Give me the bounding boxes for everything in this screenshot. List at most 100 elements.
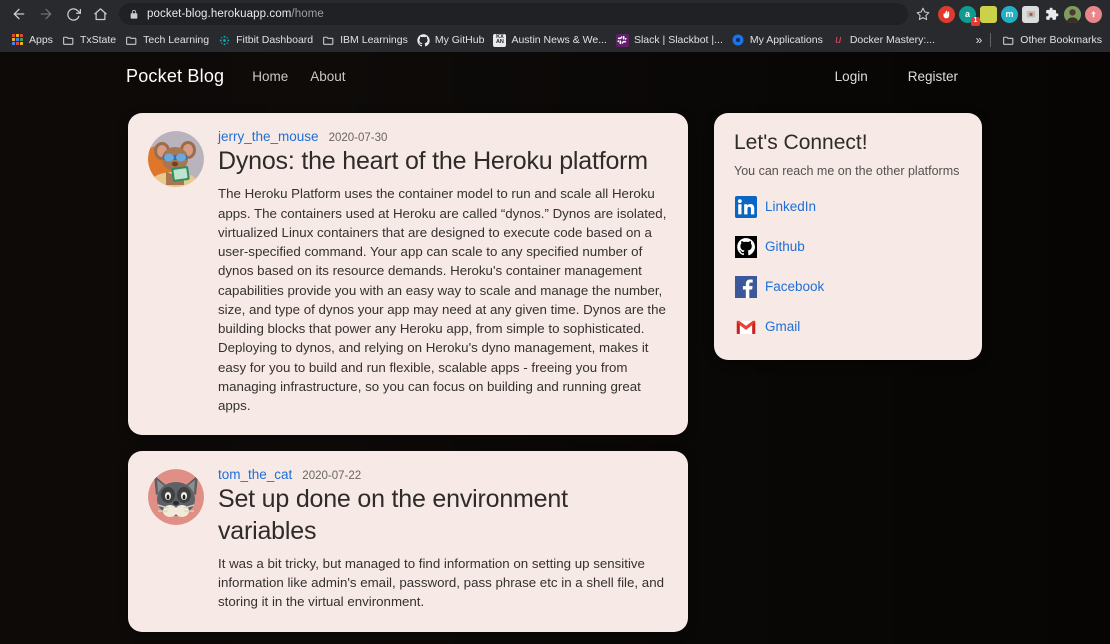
url-path: /home [291, 8, 324, 20]
profile-avatar[interactable] [1064, 5, 1081, 23]
post-title[interactable]: Set up done on the environment variables [218, 484, 668, 547]
extension-momentum[interactable]: m [1001, 5, 1018, 23]
bookmarks-overflow-button[interactable]: » [976, 33, 983, 47]
slack-icon [615, 33, 629, 47]
post-text: It was a bit tricky, but managed to find… [218, 555, 664, 610]
url-text: pocket-blog.herokuapp.com/home [147, 8, 324, 20]
social-link-github[interactable]: Github [734, 235, 962, 258]
extensions-puzzle-icon[interactable] [1043, 6, 1060, 23]
post-meta: tom_the_cat 2020-07-22 [218, 467, 668, 482]
nav-link-about[interactable]: About [310, 69, 345, 84]
fitbit-icon [218, 34, 231, 47]
bookmarks-divider [990, 33, 992, 47]
bookmark-tech-learning[interactable]: Tech Learning [122, 32, 215, 49]
bookmark-fitbit-dashboard[interactable]: Fitbit Dashboard [215, 32, 319, 49]
post-feed: jerry_the_mouse 2020-07-30 Dynos: the he… [128, 113, 688, 644]
extension-icons: a1 m [938, 5, 1104, 26]
social-label: Gmail [765, 319, 801, 335]
blue-dot-icon [732, 34, 745, 47]
page-viewport: Pocket Blog Home About Login Register je… [0, 52, 1110, 644]
social-link-facebook[interactable]: Facebook [734, 275, 962, 298]
post-date: 2020-07-22 [302, 470, 362, 483]
bookmark-my-github[interactable]: My GitHub [414, 32, 491, 49]
sidebar: Let's Connect! You can reach me on the o… [714, 113, 982, 361]
connect-subtitle: You can reach me on the other platforms [734, 164, 960, 178]
post-card[interactable]: jerry_the_mouse 2020-07-30 Dynos: the he… [128, 113, 688, 436]
lock-icon [129, 9, 139, 20]
avatar-jerry-mouse[interactable] [148, 131, 204, 187]
site-navbar: Pocket Blog Home About Login Register [0, 52, 1110, 100]
forward-arrow-icon[interactable] [33, 2, 59, 26]
bookmark-label: Slack | Slackbot |... [633, 34, 723, 46]
extension-screenshot[interactable] [1022, 5, 1039, 23]
extension-badge-count: 1 [971, 16, 980, 26]
home-icon[interactable] [87, 2, 113, 26]
folder-icon [322, 34, 335, 47]
bookmark-apps[interactable]: Apps [8, 32, 59, 49]
reload-icon[interactable] [60, 2, 86, 26]
bookmark-austin-news[interactable]: KX AN Austin News & We... [490, 32, 613, 49]
browser-toolbar: pocket-blog.herokuapp.com/home a1 m [0, 0, 1110, 28]
extension-red-hand[interactable] [938, 5, 955, 23]
bookmark-label: Austin News & We... [511, 34, 607, 46]
star-bookmark-icon[interactable] [911, 3, 935, 25]
bookmark-other-bookmarks[interactable]: Other Bookmarks [999, 32, 1102, 49]
bookmark-label: Apps [29, 34, 53, 46]
post-header: tom_the_cat 2020-07-22 Set up done on th… [148, 467, 668, 611]
bookmark-label: TxState [79, 34, 117, 46]
bookmarks-bar: Apps TxState Tech Learning Fitbit Dashbo… [0, 28, 1110, 52]
nav-links-right: Login Register [835, 69, 1110, 84]
folder-icon [1002, 34, 1015, 47]
post-card[interactable]: tom_the_cat 2020-07-22 Set up done on th… [128, 451, 688, 632]
social-label: LinkedIn [765, 199, 817, 215]
bookmarks-overflow: » Other Bookmarks [968, 32, 1102, 49]
social-label: Facebook [765, 279, 825, 295]
nav-link-register[interactable]: Register [908, 69, 958, 84]
url-domain: pocket-blog.herokuapp.com [147, 8, 292, 20]
browser-chrome: pocket-blog.herokuapp.com/home a1 m Apps… [0, 0, 1110, 52]
social-link-gmail[interactable]: Gmail [734, 315, 962, 338]
post-title[interactable]: Dynos: the heart of the Heroku platform [218, 146, 668, 177]
bookmark-label: My Applications [749, 34, 823, 46]
post-meta: jerry_the_mouse 2020-07-30 [218, 129, 668, 144]
bookmark-label: IBM Learnings [340, 34, 408, 46]
udemy-icon: u [835, 34, 842, 46]
gmail-icon [734, 315, 757, 338]
site-brand[interactable]: Pocket Blog [126, 66, 224, 87]
nav-link-home[interactable]: Home [252, 69, 288, 84]
bookmark-label: Tech Learning [143, 34, 210, 46]
bookmark-slack[interactable]: Slack | Slackbot |... [613, 32, 729, 49]
bookmark-txstate[interactable]: TxState [59, 32, 122, 49]
bookmark-label: My GitHub [434, 34, 485, 46]
bookmark-my-applications[interactable]: My Applications [729, 32, 829, 49]
post-author[interactable]: tom_the_cat [218, 467, 292, 482]
avatar-tom-cat[interactable] [148, 469, 204, 526]
apps-grid-icon [11, 34, 24, 47]
post-text: The Heroku Platform uses the container m… [218, 186, 667, 414]
post-date: 2020-07-30 [328, 132, 388, 144]
facebook-icon [734, 275, 757, 298]
bookmark-label: Fitbit Dashboard [236, 34, 314, 46]
linkedin-icon [734, 195, 757, 218]
github-icon [417, 33, 430, 47]
github-icon [734, 235, 757, 258]
folder-icon [62, 34, 75, 47]
extension-pink-upload[interactable] [1085, 5, 1102, 23]
social-link-linkedin[interactable]: LinkedIn [734, 195, 962, 218]
extension-amazon-assistant[interactable]: a1 [959, 5, 980, 26]
post-content: jerry_the_mouse 2020-07-30 Dynos: the he… [218, 129, 668, 415]
nav-links-left: Home About [252, 69, 345, 84]
back-arrow-icon[interactable] [6, 2, 32, 26]
post-author[interactable]: jerry_the_mouse [218, 129, 319, 144]
social-links-list: LinkedIn Github Facebook Gmail [734, 195, 962, 338]
nav-link-login[interactable]: Login [835, 69, 868, 84]
bookmark-label: Other Bookmarks [1020, 34, 1102, 46]
extension-green-note[interactable] [980, 5, 997, 23]
page-content: jerry_the_mouse 2020-07-30 Dynos: the he… [0, 100, 1110, 644]
bookmark-ibm-learnings[interactable]: IBM Learnings [319, 32, 414, 49]
kxan-icon: KX AN [493, 33, 507, 47]
folder-icon [125, 34, 138, 47]
address-bar[interactable]: pocket-blog.herokuapp.com/home [119, 3, 908, 25]
bookmark-docker-mastery[interactable]: u Docker Mastery:... [829, 32, 941, 49]
bookmark-label: Docker Mastery:... [849, 34, 936, 46]
